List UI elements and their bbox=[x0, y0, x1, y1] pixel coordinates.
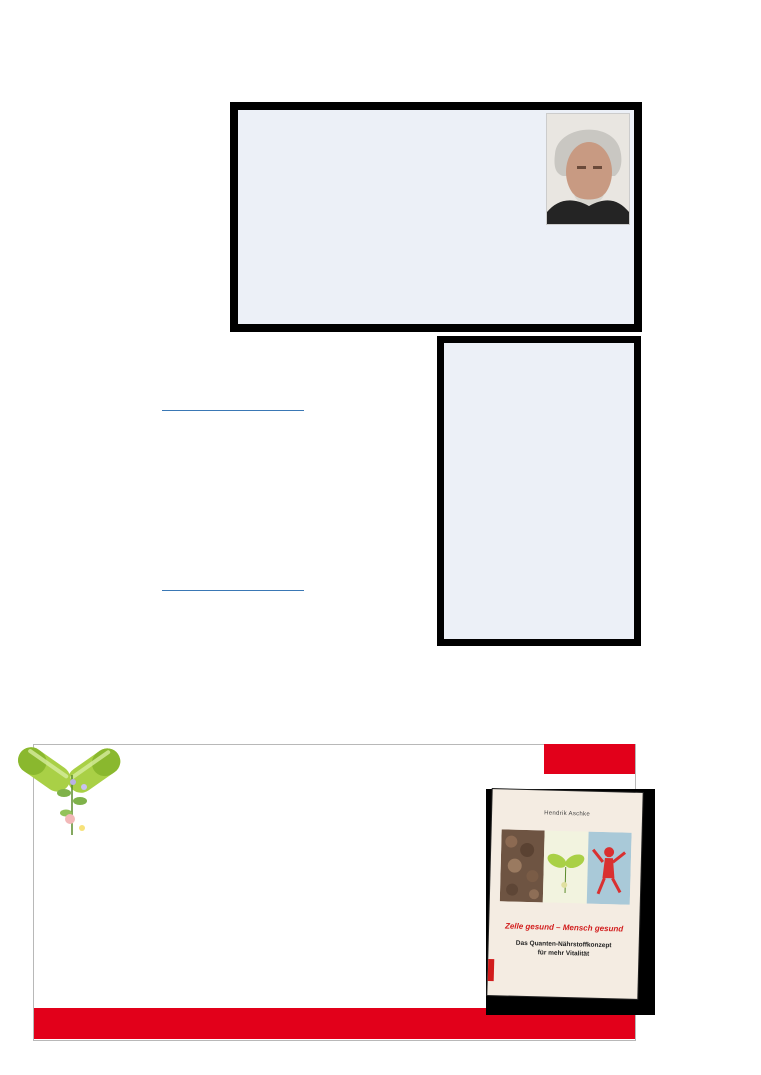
book-title: Zelle gesund – Mensch gesund bbox=[504, 921, 624, 934]
capsule-herb-logo-icon bbox=[10, 735, 125, 845]
publisher-logo bbox=[487, 959, 495, 982]
ad-red-tab bbox=[544, 744, 635, 774]
book-subtitle-line1: Das Quanten-Nährstoffkonzept bbox=[515, 939, 612, 950]
author-photo bbox=[546, 113, 630, 225]
book-author: Hendrik Aschke bbox=[544, 810, 591, 818]
info-box bbox=[437, 336, 641, 646]
link-underline-1[interactable] bbox=[162, 410, 304, 411]
link-underline-2[interactable] bbox=[162, 590, 304, 591]
book-cover[interactable]: Hendrik Aschke Zelle gesund – Mensch ges… bbox=[487, 789, 643, 999]
book-subtitle-line2: für mehr Vitalität bbox=[537, 949, 590, 958]
book-cover-images bbox=[499, 829, 632, 905]
book-subtitle: Das Quanten-Nährstoffkonzept für mehr Vi… bbox=[498, 938, 628, 959]
